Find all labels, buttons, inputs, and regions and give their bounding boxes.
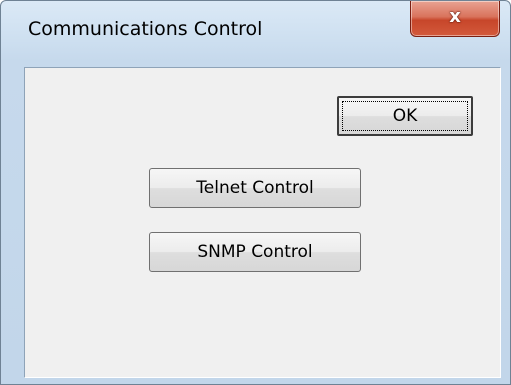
- ok-button[interactable]: OK: [337, 96, 473, 136]
- telnet-control-label: Telnet Control: [196, 178, 314, 198]
- close-button[interactable]: x: [410, 1, 500, 37]
- communications-control-dialog: Communications Control x OK Telnet Contr…: [0, 0, 511, 385]
- window-title: Communications Control: [28, 18, 263, 40]
- close-icon: x: [449, 6, 461, 27]
- snmp-control-button[interactable]: SNMP Control: [149, 232, 361, 272]
- snmp-control-label: SNMP Control: [197, 242, 313, 262]
- dialog-client-area: OK Telnet Control SNMP Control: [24, 67, 501, 378]
- telnet-control-button[interactable]: Telnet Control: [149, 168, 361, 208]
- title-bar[interactable]: Communications Control x: [1, 1, 510, 54]
- ok-button-label: OK: [392, 106, 418, 126]
